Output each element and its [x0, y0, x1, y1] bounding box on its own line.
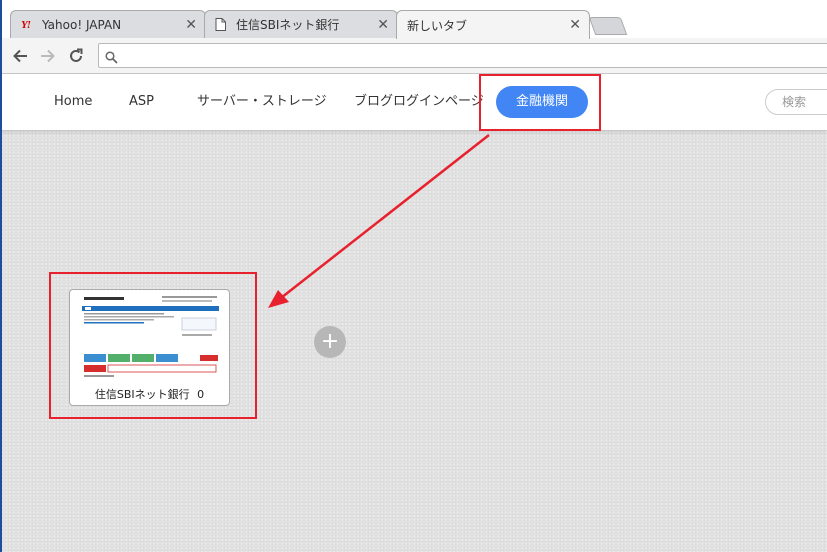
window-left-edge	[0, 0, 2, 552]
nav-item-blog-login[interactable]: ブログログインページ	[354, 74, 484, 130]
highlight-box-nav	[479, 74, 601, 131]
close-icon[interactable]: ✕	[569, 17, 581, 33]
search-icon	[105, 49, 118, 68]
close-icon[interactable]: ✕	[377, 17, 389, 33]
close-icon[interactable]: ✕	[185, 17, 197, 33]
reload-icon	[70, 48, 83, 62]
forward-button[interactable]	[38, 46, 58, 66]
tab-sbi-bank[interactable]: 住信SBIネット銀行 ✕	[204, 10, 398, 38]
new-tab-button[interactable]	[588, 17, 628, 35]
omnibox[interactable]	[98, 43, 827, 68]
tab-new-tab[interactable]: 新しいタブ ✕	[396, 10, 590, 39]
back-button[interactable]	[10, 46, 30, 66]
address-input[interactable]	[125, 46, 729, 67]
forward-arrow-icon	[41, 49, 55, 63]
highlight-box-tile	[49, 272, 257, 419]
back-arrow-icon	[13, 49, 27, 63]
nav-item-home[interactable]: Home	[54, 74, 92, 130]
nav-item-asp[interactable]: ASP	[129, 74, 154, 130]
tab-yahoo-japan[interactable]: Y! Yahoo! JAPAN ✕	[10, 10, 206, 38]
reload-button[interactable]	[66, 46, 86, 66]
yahoo-favicon-icon: Y!	[21, 18, 31, 31]
nav-search-box[interactable]: 検索	[765, 89, 827, 115]
browser-toolbar	[0, 38, 827, 74]
speed-dial-nav: Home ASP サーバー・ストレージ ブログログインページ 金融機関 検索	[0, 74, 827, 130]
tab-strip: Y! Yahoo! JAPAN ✕ 住信SBIネット銀行 ✕ 新しいタブ ✕	[0, 0, 827, 39]
tab-label: 新しいタブ	[407, 18, 468, 33]
add-bookmark-button[interactable]: +	[314, 326, 346, 358]
tab-label: 住信SBIネット銀行	[236, 18, 340, 32]
page-icon	[215, 18, 231, 31]
nav-item-server-storage[interactable]: サーバー・ストレージ	[197, 74, 327, 130]
tab-label: Yahoo! JAPAN	[42, 17, 122, 32]
